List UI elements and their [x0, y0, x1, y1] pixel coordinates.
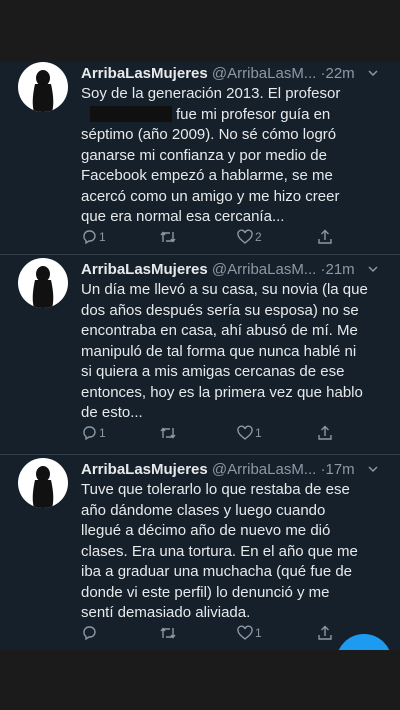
share-button[interactable]	[317, 228, 333, 246]
tweet-actions: 1 2	[81, 228, 381, 246]
reply-button[interactable]: 1	[81, 424, 106, 442]
like-button[interactable]: 1	[237, 424, 262, 442]
timestamp[interactable]: 17m	[325, 461, 354, 478]
retweet-button[interactable]	[159, 228, 179, 246]
heart-icon	[237, 625, 253, 640]
tweet-header: ArribaLasMujeres @ArribaLasM... ·21m	[81, 261, 381, 279]
handle[interactable]: @ArribaLasM...	[212, 65, 316, 82]
retweet-icon	[160, 627, 176, 639]
handle[interactable]: @ArribaLasM...	[212, 261, 316, 278]
reply-button[interactable]	[81, 624, 99, 642]
avatar[interactable]	[18, 62, 68, 112]
share-button[interactable]	[317, 624, 333, 642]
tweet-text: Un día me llevó a su casa, su novia (la …	[81, 281, 368, 421]
tweet-actions: 1	[81, 624, 381, 642]
like-count: 1	[255, 626, 262, 640]
heart-icon	[237, 229, 253, 244]
chevron-down-icon[interactable]	[367, 66, 379, 78]
display-name[interactable]: ArribaLasMujeres	[81, 261, 208, 278]
retweet-button[interactable]	[159, 424, 179, 442]
reply-button[interactable]: 1	[81, 228, 106, 246]
chevron-down-icon[interactable]	[367, 262, 379, 274]
like-button[interactable]: 2	[237, 228, 262, 246]
like-button[interactable]: 1	[237, 624, 262, 642]
heart-icon	[237, 425, 253, 440]
display-name[interactable]: ArribaLasMujeres	[81, 461, 208, 478]
avatar[interactable]	[18, 258, 68, 308]
reply-count: 1	[99, 426, 106, 440]
display-name[interactable]: ArribaLasMujeres	[81, 65, 208, 82]
tweet-actions: 1 1	[81, 424, 381, 442]
retweet-icon	[160, 231, 176, 243]
share-icon	[318, 625, 332, 640]
reply-count: 1	[99, 230, 106, 244]
reply-icon	[83, 230, 96, 245]
tweet-text: Tuve que tolerarlo lo que restaba de ese…	[81, 481, 358, 621]
share-icon	[318, 425, 332, 440]
chevron-down-icon[interactable]	[367, 462, 379, 474]
retweet-icon	[160, 427, 176, 439]
divider	[0, 254, 400, 255]
like-count: 2	[255, 230, 262, 244]
tweet-header: ArribaLasMujeres @ArribaLasM... ·22m	[81, 65, 381, 83]
share-button[interactable]	[317, 424, 333, 442]
redaction-bar	[90, 106, 172, 122]
timestamp[interactable]: 21m	[325, 261, 354, 278]
like-count: 1	[255, 426, 262, 440]
reply-icon	[83, 426, 96, 441]
timeline: ArribaLasMujeres @ArribaLasM... ·22m Soy…	[0, 62, 400, 650]
handle[interactable]: @ArribaLasM...	[212, 461, 316, 478]
avatar[interactable]	[18, 458, 68, 508]
reply-icon	[83, 626, 96, 641]
divider	[0, 454, 400, 455]
share-icon	[318, 229, 332, 244]
retweet-button[interactable]	[159, 624, 179, 642]
tweet-header: ArribaLasMujeres @ArribaLasM... ·17m	[81, 461, 381, 479]
timestamp[interactable]: 22m	[325, 65, 354, 82]
